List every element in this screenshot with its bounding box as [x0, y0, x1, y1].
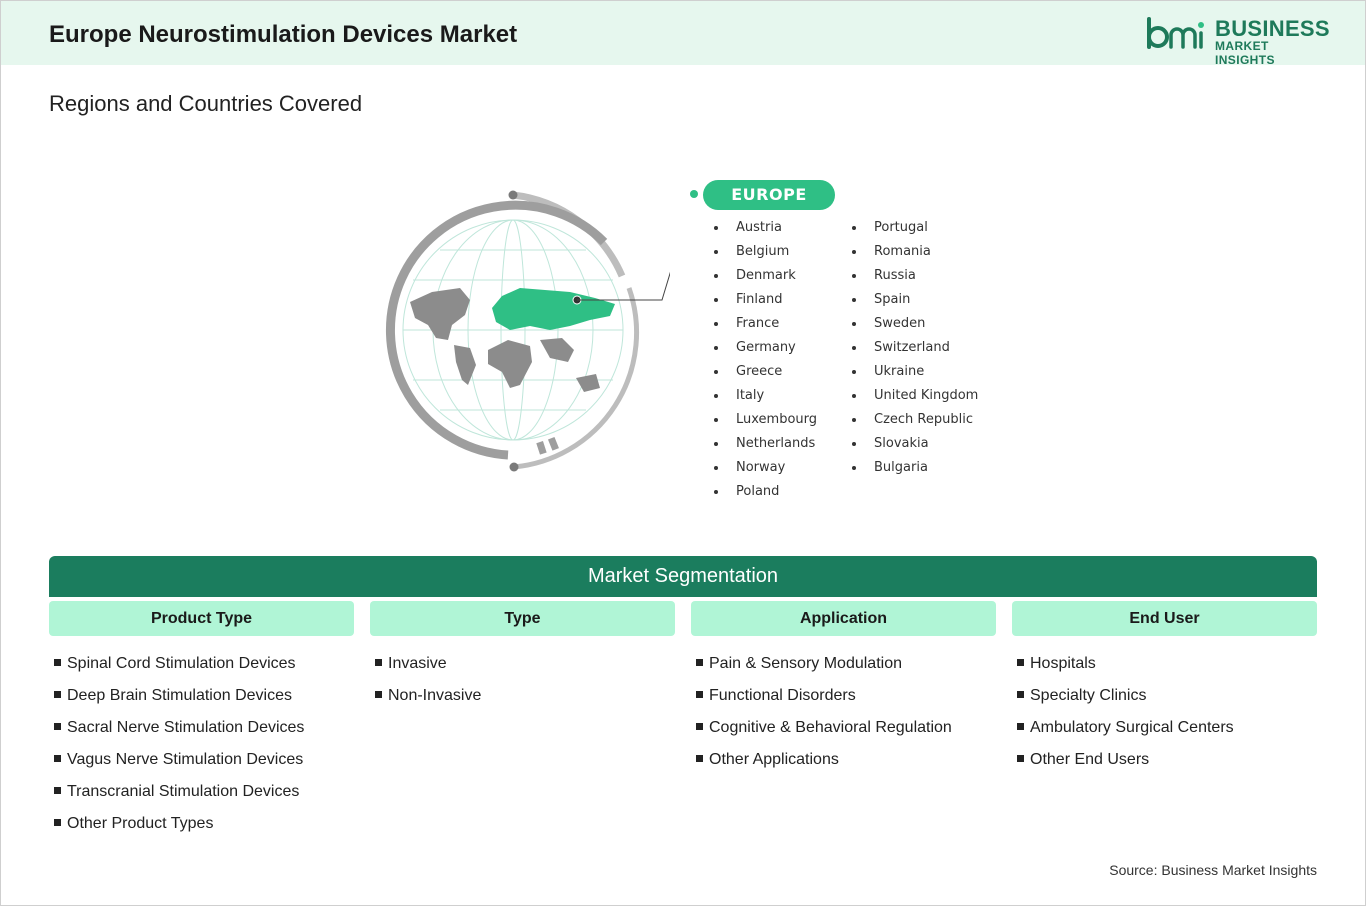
square-bullet-icon — [54, 755, 61, 762]
country-item: Greece — [714, 360, 817, 384]
segment-list-product-type: Spinal Cord Stimulation Devices Deep Bra… — [54, 648, 304, 840]
square-bullet-icon — [54, 819, 61, 826]
segment-list-application: Pain & Sensory Modulation Functional Dis… — [696, 648, 952, 776]
square-bullet-icon — [1017, 659, 1024, 666]
list-item-label: Ambulatory Surgical Centers — [1030, 719, 1234, 736]
list-item: Spinal Cord Stimulation Devices — [54, 648, 304, 680]
square-bullet-icon — [54, 787, 61, 794]
list-item: Other Applications — [696, 744, 952, 776]
list-item-label: Specialty Clinics — [1030, 687, 1147, 704]
source-note: Source: Business Market Insights — [1109, 862, 1317, 878]
list-item: Hospitals — [1017, 648, 1234, 680]
country-item: Ukraine — [852, 360, 978, 384]
list-item-label: Pain & Sensory Modulation — [709, 655, 902, 672]
section-title: Regions and Countries Covered — [49, 91, 363, 116]
list-item: Non-Invasive — [375, 680, 481, 712]
country-item: Norway — [714, 456, 817, 480]
list-item: Specialty Clinics — [1017, 680, 1234, 712]
header-bar: Europe Neurostimulation Devices Market B… — [1, 1, 1365, 67]
list-item: Cognitive & Behavioral Regulation — [696, 712, 952, 744]
country-item: France — [714, 312, 817, 336]
country-item: Luxembourg — [714, 408, 817, 432]
list-item-label: Vagus Nerve Stimulation Devices — [67, 751, 304, 768]
square-bullet-icon — [696, 691, 703, 698]
world-globe-illustration — [385, 190, 670, 472]
list-item-label: Other Product Types — [67, 815, 214, 832]
list-item-label: Hospitals — [1030, 655, 1096, 672]
list-item-label: Spinal Cord Stimulation Devices — [67, 655, 296, 672]
list-item: Functional Disorders — [696, 680, 952, 712]
country-item: Russia — [852, 264, 978, 288]
country-list-left: Austria Belgium Denmark Finland France G… — [714, 216, 817, 504]
square-bullet-icon — [696, 659, 703, 666]
region-marker-dot — [690, 190, 698, 198]
segment-list-type: Invasive Non-Invasive — [375, 648, 481, 712]
country-item: Belgium — [714, 240, 817, 264]
country-list-right: Portugal Romania Russia Spain Sweden Swi… — [852, 216, 978, 480]
list-item-label: Other Applications — [709, 751, 839, 768]
square-bullet-icon — [375, 691, 382, 698]
square-bullet-icon — [54, 691, 61, 698]
square-bullet-icon — [1017, 755, 1024, 762]
bmi-logo: BUSINESS MARKET INSIGHTS — [1145, 15, 1330, 67]
square-bullet-icon — [696, 723, 703, 730]
country-item: Netherlands — [714, 432, 817, 456]
country-item: Czech Republic — [852, 408, 978, 432]
country-item: United Kingdom — [852, 384, 978, 408]
logo-text-market-insights: MARKET INSIGHTS — [1215, 39, 1275, 67]
segment-heading-application: Application — [691, 601, 996, 636]
list-item: Vagus Nerve Stimulation Devices — [54, 744, 304, 776]
country-item: Italy — [714, 384, 817, 408]
country-item: Finland — [714, 288, 817, 312]
country-item: Austria — [714, 216, 817, 240]
list-item: Sacral Nerve Stimulation Devices — [54, 712, 304, 744]
list-item: Transcranial Stimulation Devices — [54, 776, 304, 808]
segment-heading-end-user: End User — [1012, 601, 1317, 636]
list-item-label: Transcranial Stimulation Devices — [67, 783, 300, 800]
list-item: Ambulatory Surgical Centers — [1017, 712, 1234, 744]
market-segmentation-banner: Market Segmentation — [49, 556, 1317, 597]
square-bullet-icon — [1017, 691, 1024, 698]
list-item: Invasive — [375, 648, 481, 680]
list-item-label: Functional Disorders — [709, 687, 856, 704]
list-item-label: Other End Users — [1030, 751, 1150, 768]
list-item-label: Cognitive & Behavioral Regulation — [709, 719, 952, 736]
list-item: Pain & Sensory Modulation — [696, 648, 952, 680]
bmi-logo-icon — [1147, 17, 1204, 49]
segment-heading-product-type: Product Type — [49, 601, 354, 636]
segment-list-end-user: Hospitals Specialty Clinics Ambulatory S… — [1017, 648, 1234, 776]
country-item: Portugal — [852, 216, 978, 240]
square-bullet-icon — [54, 723, 61, 730]
list-item-label: Sacral Nerve Stimulation Devices — [67, 719, 305, 736]
country-item: Poland — [714, 480, 817, 504]
square-bullet-icon — [1017, 723, 1024, 730]
square-bullet-icon — [696, 755, 703, 762]
country-item: Spain — [852, 288, 978, 312]
list-item: Other End Users — [1017, 744, 1234, 776]
segment-heading-type: Type — [370, 601, 675, 636]
list-item-label: Non-Invasive — [388, 687, 482, 704]
list-item-label: Invasive — [388, 655, 447, 672]
page-title: Europe Neurostimulation Devices Market — [49, 21, 518, 48]
country-item: Slovakia — [852, 432, 978, 456]
country-item: Sweden — [852, 312, 978, 336]
list-item: Other Product Types — [54, 808, 304, 840]
country-item: Switzerland — [852, 336, 978, 360]
square-bullet-icon — [375, 659, 382, 666]
list-item: Deep Brain Stimulation Devices — [54, 680, 304, 712]
country-item: Denmark — [714, 264, 817, 288]
region-label-europe: EUROPE — [703, 180, 835, 210]
country-item: Romania — [852, 240, 978, 264]
list-item-label: Deep Brain Stimulation Devices — [67, 687, 292, 704]
square-bullet-icon — [54, 659, 61, 666]
country-item: Bulgaria — [852, 456, 978, 480]
country-item: Germany — [714, 336, 817, 360]
